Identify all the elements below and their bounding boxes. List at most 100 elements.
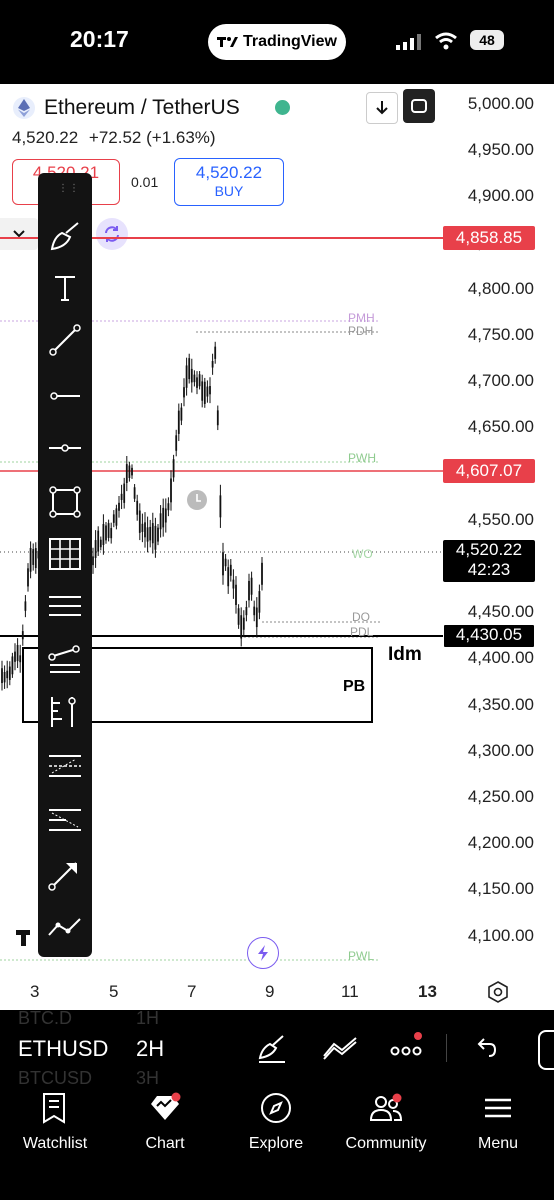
candle-body <box>242 617 245 630</box>
status-bar: 20:17 TradingView 48 <box>0 0 554 84</box>
ghost-symbol-above: BTC.D <box>18 1008 72 1028</box>
tradingview-logo-icon <box>217 37 239 47</box>
red-upper-price-tag: 4,858.85 <box>443 226 535 250</box>
draw-tool-button[interactable] <box>256 1032 288 1064</box>
candle-body <box>19 655 22 663</box>
nav-community[interactable]: Community <box>336 1092 436 1153</box>
time-axis-label: 13 <box>418 982 437 1001</box>
fib-retracement-tool[interactable] <box>46 747 84 785</box>
drag-handle-icon[interactable]: ⋮⋮ <box>58 183 80 194</box>
candle-body <box>170 478 172 503</box>
candle-body <box>8 666 11 680</box>
candle-body <box>258 591 261 613</box>
status-time: 20:17 <box>70 26 129 52</box>
symbol-selector[interactable]: ETHUSD <box>18 1036 108 1062</box>
price-axis-label: 4,750.00 <box>467 325 534 344</box>
pmh-label: PMH <box>348 311 375 325</box>
nav-explore[interactable]: Explore <box>226 1092 326 1153</box>
interval-selector[interactable]: 2H <box>136 1036 164 1062</box>
candle-body <box>141 523 144 532</box>
arrow-tool[interactable] <box>46 855 84 893</box>
rectangle-tool[interactable] <box>46 483 84 521</box>
candle-body <box>27 568 29 587</box>
more-options-button[interactable] <box>390 1032 424 1062</box>
candle-body <box>3 671 6 683</box>
long-position-tool[interactable] <box>46 693 84 731</box>
wifi-icon <box>435 32 457 50</box>
grid-tool[interactable] <box>46 535 84 573</box>
tradingview-pill[interactable]: TradingView <box>208 24 346 60</box>
pb-annotation[interactable]: PB <box>343 678 365 696</box>
price-axis-label: 4,250.00 <box>467 787 534 806</box>
candle-body <box>92 556 94 566</box>
candle-body <box>227 567 230 587</box>
pitchfork-icon <box>48 645 80 673</box>
candle-body <box>219 495 222 518</box>
horizontal-ray-tool[interactable] <box>46 377 84 415</box>
candle-body <box>209 386 211 395</box>
brush-tool[interactable] <box>46 217 84 255</box>
parallel-channel-tool[interactable] <box>46 587 84 625</box>
candle-body <box>110 528 113 539</box>
candle-body <box>16 645 19 662</box>
horizontal-ray-icon <box>50 392 80 400</box>
candle-body <box>159 513 162 530</box>
candle-body <box>164 508 167 523</box>
fib-extension-tool[interactable] <box>46 801 84 839</box>
settings-icon[interactable] <box>486 980 510 1004</box>
candle-body <box>167 503 170 511</box>
candle-body <box>154 525 157 550</box>
candle-body <box>193 374 196 383</box>
candle-body <box>21 631 24 640</box>
trend-line-tool[interactable] <box>46 321 84 359</box>
pitchfork-tool[interactable] <box>46 641 84 679</box>
candle-body <box>144 522 146 538</box>
candle-body <box>188 358 191 380</box>
path-tool[interactable] <box>46 909 84 947</box>
nav-chart[interactable]: Chart <box>115 1092 215 1153</box>
text-tool[interactable] <box>46 269 84 307</box>
community-icon <box>369 1093 403 1121</box>
nav-watchlist[interactable]: Watchlist <box>5 1092 105 1153</box>
drawing-toolbar[interactable]: ⋮⋮ <box>38 173 92 957</box>
candle-body <box>14 651 16 662</box>
candle-body <box>24 601 27 611</box>
indicators-icon[interactable] <box>322 1036 358 1060</box>
candle-body <box>224 558 227 567</box>
side-panel-button[interactable] <box>538 1030 554 1070</box>
horizontal-line-tool[interactable] <box>46 429 84 467</box>
quick-trade-button[interactable] <box>247 937 279 969</box>
undo-icon[interactable] <box>474 1036 498 1060</box>
candle-body <box>250 577 253 595</box>
alarm-icon[interactable] <box>187 490 207 510</box>
candle-body <box>198 374 201 387</box>
nav-label: Community <box>345 1135 427 1152</box>
candle-body <box>32 549 35 565</box>
candle-body <box>97 530 100 552</box>
watchlist-icon <box>43 1093 65 1124</box>
pwh-label: PWH <box>348 451 376 465</box>
candle-body <box>214 346 217 359</box>
bottom-navigation: Watchlist Chart Explore Community Menu <box>0 1086 554 1200</box>
candle-body <box>235 584 237 605</box>
chart-area[interactable]: Ethereum / TetherUS 4,520.22 +72.52 (+1.… <box>0 84 554 1010</box>
candle-body <box>146 527 149 542</box>
rectangle-icon <box>49 486 81 518</box>
more-dots-icon <box>390 1046 422 1056</box>
ghost-tf-above: 1H <box>136 1008 160 1028</box>
nav-menu[interactable]: Menu <box>448 1092 548 1153</box>
candle-body <box>94 540 97 558</box>
candle-body <box>177 410 180 434</box>
position-icon <box>51 697 76 727</box>
compass-icon <box>261 1093 291 1123</box>
candle-body <box>99 539 102 548</box>
red-lower-price-tag: 4,607.07 <box>443 459 535 483</box>
tradingview-label: TradingView <box>243 33 337 50</box>
candle-body <box>120 493 123 500</box>
candle-body <box>102 524 105 545</box>
price-axis-label: 4,800.00 <box>467 278 534 298</box>
candle-body <box>118 502 120 511</box>
idm-annotation[interactable]: Idm <box>388 644 422 666</box>
nav-label: Watchlist <box>22 1135 88 1152</box>
candle-body <box>240 615 243 639</box>
